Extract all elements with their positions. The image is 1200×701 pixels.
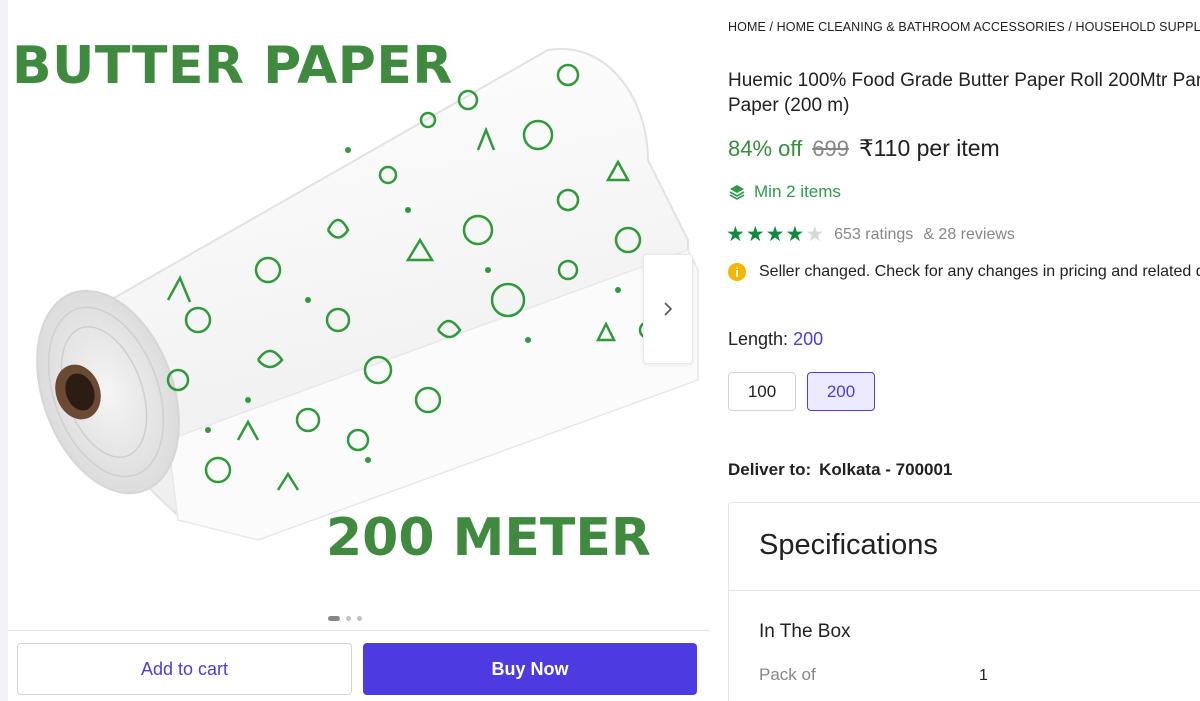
deliver-pincode: Kolkata - 700001: [819, 460, 953, 479]
specifications-card: Specifications In The Box Pack of 1: [728, 502, 1200, 701]
variant-option-100[interactable]: 100: [728, 372, 796, 411]
spec-section-title: In The Box: [759, 621, 851, 642]
carousel-dot[interactable]: [357, 616, 362, 621]
carousel-dot-active[interactable]: [328, 616, 340, 621]
star-rating: ★ ★ ★ ★ ★: [726, 224, 824, 246]
variant-selected-value: 200: [793, 329, 824, 349]
breadcrumb-subcategory[interactable]: HOUSEHOLD SUPPLIES: [1075, 20, 1200, 34]
variant-label-text: Length:: [728, 329, 789, 349]
discount-percent: 84% off: [728, 136, 803, 161]
variant-label: Length: 200: [728, 329, 823, 350]
product-media-pane: BUTTER PAPER 200 METER Add to cart Buy N…: [0, 0, 710, 701]
breadcrumb-category[interactable]: HOME CLEANING & BATHROOM ACCESSORIES: [777, 20, 1065, 34]
seller-change-alert: i Seller changed. Check for any changes …: [728, 263, 1200, 281]
variant-option-200[interactable]: 200: [807, 372, 875, 411]
product-image-area[interactable]: BUTTER PAPER 200 METER: [8, 0, 710, 630]
image-headline: BUTTER PAPER: [12, 36, 453, 96]
price-row: 84% off 699 ₹110 per item: [728, 135, 1000, 162]
product-title: Huemic 100% Food Grade Butter Paper Roll…: [728, 70, 1200, 116]
breadcrumb-home[interactable]: HOME: [728, 20, 766, 34]
star-filled-icon: ★: [785, 223, 805, 246]
layers-icon: [729, 185, 745, 200]
buy-now-button[interactable]: Buy Now: [363, 643, 697, 695]
min-order-note: Min 2 items: [728, 182, 841, 202]
deliver-label: Deliver to:: [728, 460, 812, 479]
cta-bar: Add to cart Buy Now: [8, 630, 710, 701]
star-filled-icon: ★: [765, 223, 785, 246]
delivery-location[interactable]: Deliver to: Kolkata - 700001: [728, 460, 952, 480]
original-price: 699: [812, 136, 849, 161]
specifications-heading: Specifications: [729, 503, 1200, 591]
alert-text: Seller changed. Check for any changes in…: [759, 263, 1200, 280]
breadcrumb: HOME / HOME CLEANING & BATHROOM ACCESSOR…: [728, 20, 1200, 34]
star-empty-icon: ★: [805, 223, 825, 246]
star-filled-icon: ★: [726, 223, 745, 246]
chevron-right-icon: [664, 302, 673, 316]
next-image-button[interactable]: [643, 254, 693, 364]
image-subline: 200 METER: [326, 508, 651, 568]
rating-row[interactable]: ★ ★ ★ ★ ★ 653 ratings & 28 reviews: [726, 224, 1015, 246]
selling-price: ₹110 per item: [858, 135, 1000, 161]
spec-value: 1: [979, 667, 988, 684]
min-items-text: Min 2 items: [754, 182, 841, 201]
breadcrumb-separator: /: [765, 20, 777, 34]
carousel-dot[interactable]: [346, 616, 351, 621]
page-edge: [0, 0, 8, 701]
product-details-pane: HOME / HOME CLEANING & BATHROOM ACCESSOR…: [710, 0, 1200, 701]
carousel-indicator: [328, 616, 362, 621]
add-to-cart-button[interactable]: Add to cart: [17, 643, 352, 695]
spec-key: Pack of: [759, 665, 816, 684]
breadcrumb-separator: /: [1064, 20, 1076, 34]
star-filled-icon: ★: [745, 223, 765, 246]
reviews-count: & 28 reviews: [923, 226, 1015, 243]
ratings-count: 653 ratings: [834, 226, 914, 243]
info-icon: i: [728, 263, 746, 281]
